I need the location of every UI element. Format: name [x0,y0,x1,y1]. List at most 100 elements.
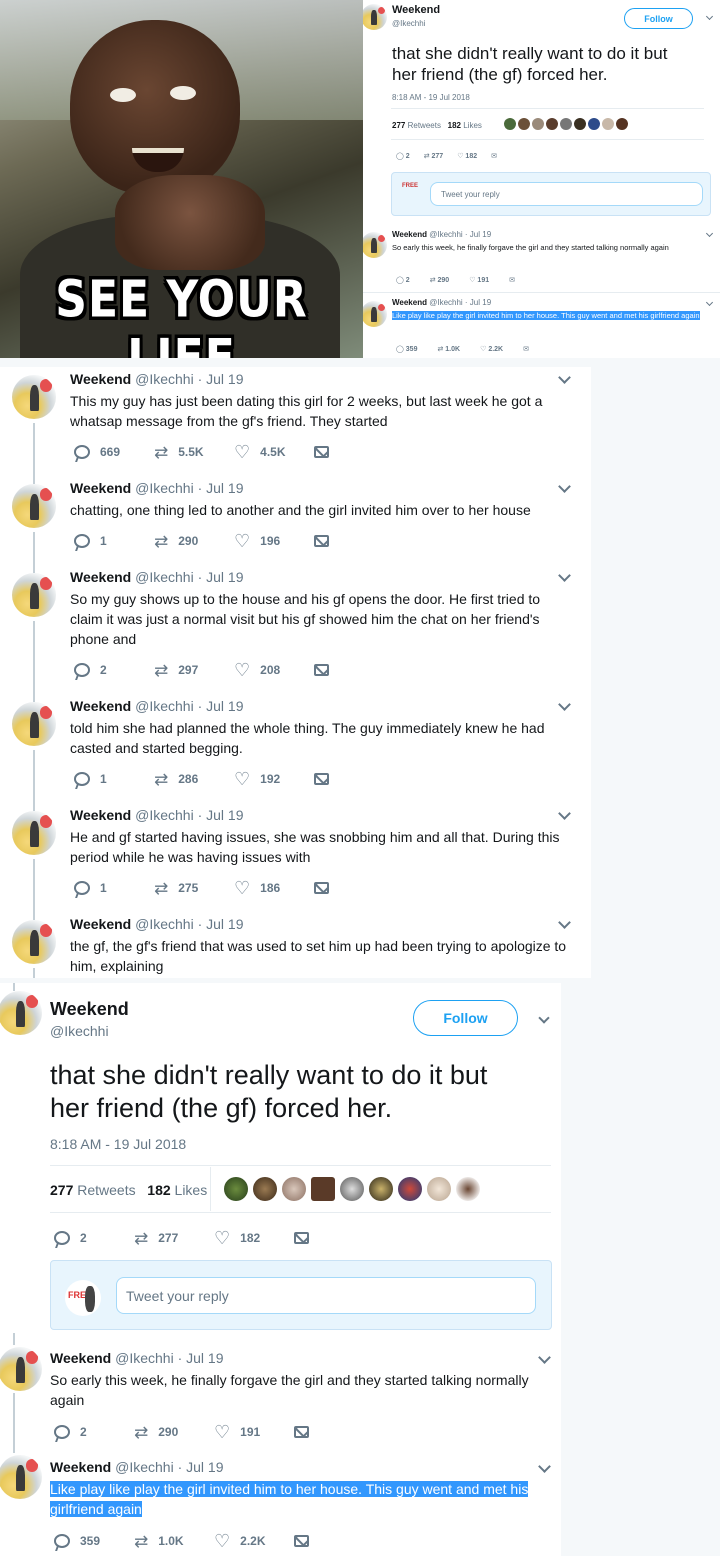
heart-icon: ♡ [234,442,251,462]
liker-avatar[interactable] [398,1177,422,1201]
reply-input[interactable]: Tweet your reply [430,182,703,206]
liker-avatar[interactable] [369,1177,393,1201]
chevron-down-icon[interactable] [538,1351,551,1364]
retweets-link[interactable]: Retweets [77,1182,135,1198]
avatar[interactable] [12,484,56,528]
like-button[interactable]: ♡ 208 [234,661,314,679]
like-button[interactable]: ♡ 196 [234,532,314,550]
engagement-counts: 277 Retweets 182 Likes [50,1182,208,1198]
retweet-button[interactable]: ⇄ 275 [154,880,234,897]
tweet-text: So early this week, he finally forgave t… [50,1372,529,1408]
heart-icon: ♡ [234,878,251,898]
reply-button[interactable]: 2 [54,1425,134,1439]
reply-button[interactable]: 669 [74,445,154,459]
reply-button[interactable]: 359 [54,1534,134,1548]
chevron-down-icon[interactable] [705,12,714,21]
chevron-down-icon[interactable] [558,371,571,384]
tweet-header: Weekend @Ikechhi · Jul 19 [70,480,244,496]
retweet-button[interactable]: ⇄ 5.5K [154,444,234,461]
like-button[interactable]: ♡ 191 [214,1423,294,1441]
author-name[interactable]: Weekend [50,999,129,1020]
author-handle[interactable]: @Ikechhi [50,1023,109,1039]
avatar[interactable] [0,1347,42,1391]
reply-button[interactable]: 1 [74,534,154,548]
message-button[interactable] [294,1426,374,1438]
chevron-down-icon[interactable] [538,1012,550,1024]
heart-icon: ♡ [214,1531,231,1551]
liker-avatar[interactable] [282,1177,306,1201]
chevron-down-icon[interactable] [558,569,571,582]
message-button[interactable] [314,446,394,458]
chevron-down-icon[interactable] [705,229,714,238]
tweet-header: Weekend @Ikechhi · Jul 19 [70,807,244,823]
chevron-down-icon[interactable] [558,916,571,929]
like-action[interactable]: ♡ 182 [457,152,477,160]
avatar[interactable] [0,1455,42,1499]
message-button[interactable] [294,1232,374,1244]
avatar[interactable] [12,573,56,617]
tweet-actions: ◯ 2 ⇄ 290 ♡ 191 ✉ [396,277,515,284]
liker-avatar[interactable] [456,1177,480,1201]
retweet-button[interactable]: ⇄ 1.0K [134,1533,214,1550]
liker-avatar[interactable] [311,1177,335,1201]
like-button[interactable]: ♡ 4.5K [234,443,314,461]
liker-avatar[interactable] [253,1177,277,1201]
retweet-button[interactable]: ⇄ 290 [134,1424,214,1441]
reply-button[interactable]: 1 [74,881,154,895]
envelope-icon [314,446,329,458]
like-button[interactable]: ♡ 182 [214,1229,294,1247]
reply-avatar: FREE [65,1280,101,1316]
message-button[interactable] [314,664,394,676]
follow-button[interactable]: Follow [413,1000,518,1036]
reply-button[interactable]: 1 [74,772,154,786]
avatar[interactable] [12,920,56,964]
tweet-time[interactable]: 8:18 AM - 19 Jul 2018 [50,1136,186,1152]
thread-tweet[interactable]: Weekend @Ikechhi · Jul 19 This my guy ha… [0,367,591,476]
avatar[interactable] [12,702,56,746]
reply-action[interactable]: ◯ 2 [396,152,410,160]
message-button[interactable] [294,1535,374,1547]
avatar[interactable] [0,991,42,1035]
tweet-header: Weekend @Ikechhi · Jul 19 [392,298,492,307]
like-button[interactable]: ♡ 192 [234,770,314,788]
tweet-actions: 359 ⇄ 1.0K ♡ 2.2K [54,1532,374,1550]
liker-avatar[interactable] [340,1177,364,1201]
liker-avatar[interactable] [427,1177,451,1201]
liker-avatar[interactable] [224,1177,248,1201]
tweet-text: He and gf started having issues, she was… [70,829,560,865]
like-button[interactable]: ♡ 186 [234,879,314,897]
tweet-actions: 1 ⇄ 275 ♡ 186 [74,879,394,897]
engagement-counts: 277 Retweets 182 Likes [392,121,482,130]
retweet-button[interactable]: ⇄ 297 [154,662,234,679]
reply-button[interactable]: 2 [54,1231,134,1245]
envelope-icon [294,1535,309,1547]
chevron-down-icon[interactable] [558,480,571,493]
message-button[interactable] [314,882,394,894]
envelope-icon [314,882,329,894]
thread-tweet[interactable]: Weekend @Ikechhi · Jul 19 the gf, the gf… [0,912,591,978]
chevron-down-icon[interactable] [705,298,714,307]
retweet-button[interactable]: ⇄ 290 [154,533,234,550]
thread-tweet[interactable]: Weekend @Ikechhi · Jul 19 So my guy show… [0,565,591,694]
avatar[interactable] [12,375,56,419]
chevron-down-icon[interactable] [558,807,571,820]
retweet-action[interactable]: ⇄ 277 [424,152,444,160]
message-action[interactable]: ✉ [491,152,497,160]
reply-input[interactable]: Tweet your reply [116,1277,536,1314]
message-button[interactable] [314,773,394,785]
chevron-down-icon[interactable] [558,698,571,711]
envelope-icon [314,773,329,785]
like-button[interactable]: ♡ 2.2K [214,1532,294,1550]
thread-tweet[interactable]: Weekend @Ikechhi · Jul 19 told him she h… [0,694,591,803]
chevron-down-icon[interactable] [538,1460,551,1473]
thread-tweet[interactable]: Weekend @Ikechhi · Jul 19 chatting, one … [0,476,591,565]
likes-link[interactable]: Likes [175,1182,208,1198]
retweet-button[interactable]: ⇄ 286 [154,771,234,788]
avatar[interactable] [12,811,56,855]
follow-button[interactable]: Follow [624,8,693,29]
thread-tweet[interactable]: Weekend @Ikechhi · Jul 19 He and gf star… [0,803,591,912]
tweet-header: Weekend @Ikechhi · Jul 19 [392,230,492,239]
reply-button[interactable]: 2 [74,663,154,677]
retweet-button[interactable]: ⇄ 277 [134,1230,214,1247]
message-button[interactable] [314,535,394,547]
